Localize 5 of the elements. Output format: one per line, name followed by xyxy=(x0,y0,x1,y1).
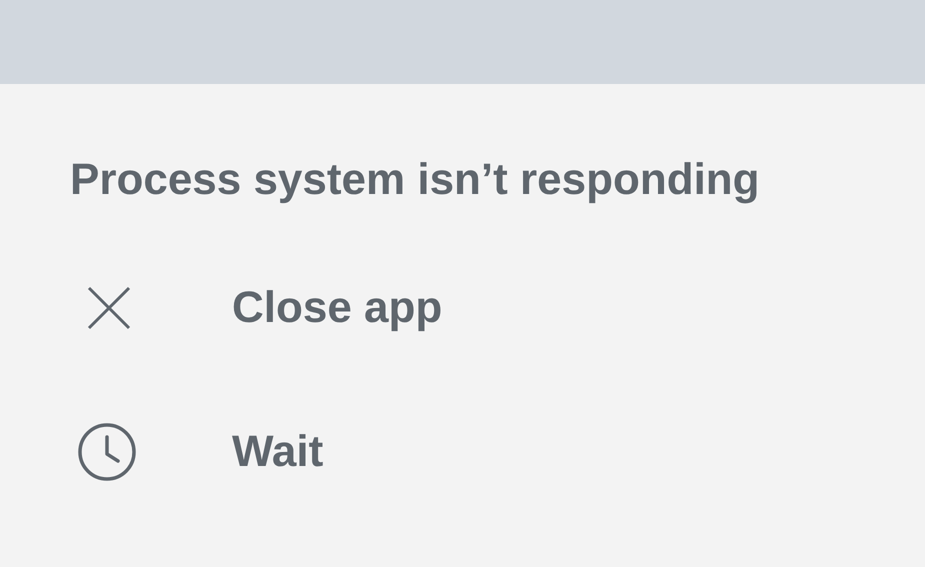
action-button[interactable]: Wait xyxy=(232,427,324,477)
clock-icon[interactable] xyxy=(78,423,136,481)
action-button[interactable]: Close app xyxy=(232,283,442,333)
close-icon[interactable] xyxy=(87,286,131,330)
dialog-title: Process system isn’t responding xyxy=(69,154,760,206)
